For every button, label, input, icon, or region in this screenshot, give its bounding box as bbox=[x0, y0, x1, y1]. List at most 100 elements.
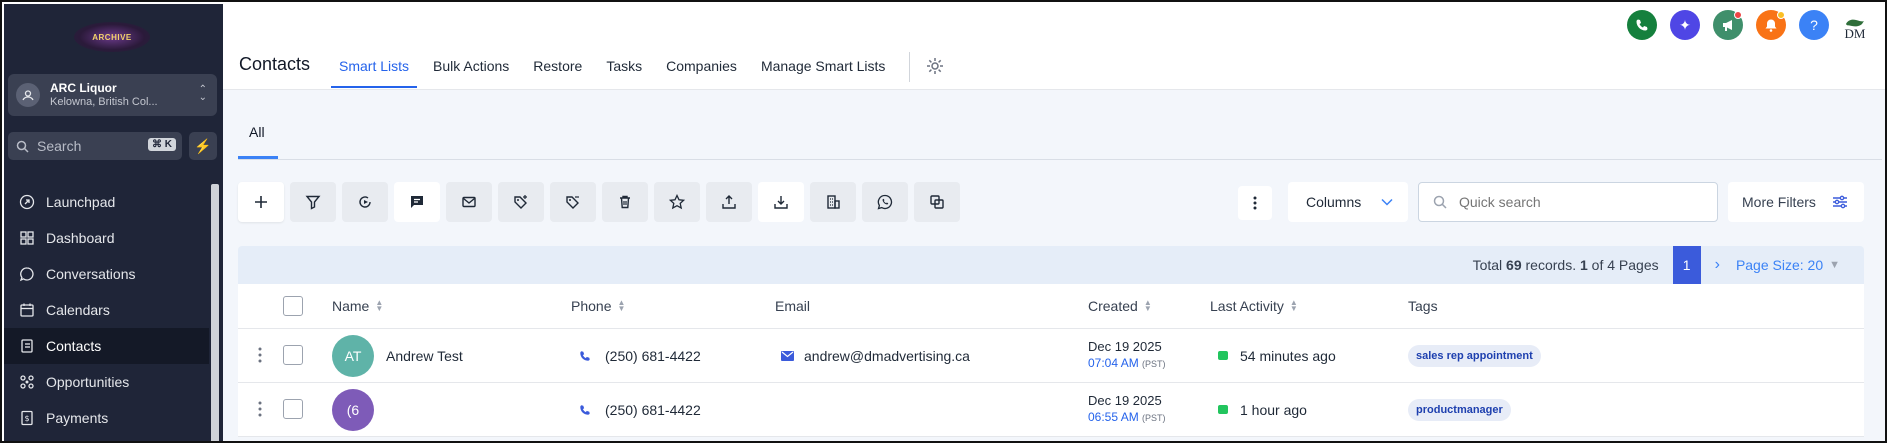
select-all-checkbox[interactable] bbox=[283, 296, 303, 316]
tab-companies[interactable]: Companies bbox=[654, 50, 749, 82]
app-frame: ARCHIVE ARC Liquor Kelowna, British Col.… bbox=[0, 0, 1887, 443]
quick-action-button[interactable]: ⚡ bbox=[189, 132, 217, 160]
avatar[interactable]: AT bbox=[332, 334, 374, 377]
contact-phone[interactable]: (250) 681-4422 bbox=[605, 348, 701, 364]
created-date: Dec 19 2025 bbox=[1088, 339, 1162, 354]
sidebar: ARCHIVE ARC Liquor Kelowna, British Col.… bbox=[4, 4, 223, 441]
tabs-divider bbox=[909, 52, 910, 82]
page-title: Contacts bbox=[239, 54, 311, 74]
table-header: Name ▲ ▼ Phone ▲ ▼ Email Created ▲ ▼ Last Acti… bbox=[238, 284, 1864, 329]
created-date: Dec 19 2025 bbox=[1088, 393, 1162, 408]
sidebar-search[interactable]: Search ⌘ K bbox=[8, 132, 182, 160]
tab-bulk-actions[interactable]: Bulk Actions bbox=[421, 50, 521, 82]
row-menu-icon[interactable] bbox=[258, 347, 262, 363]
header-tabs: Smart Lists Bulk Actions Restore Tasks C… bbox=[327, 50, 898, 88]
sidebar-nav: Launchpad Dashboard Conversations Calend… bbox=[4, 184, 209, 436]
row-checkbox[interactable] bbox=[283, 345, 303, 365]
tab-smart-lists[interactable]: Smart Lists bbox=[327, 50, 421, 88]
next-page-chevron-icon[interactable]: › bbox=[1715, 256, 1720, 274]
phone-icon bbox=[1636, 19, 1648, 31]
announcements-button[interactable] bbox=[1713, 10, 1743, 40]
import-button[interactable] bbox=[758, 182, 804, 222]
total-records: 69 bbox=[1506, 257, 1522, 273]
page-button-1[interactable]: 1 bbox=[1672, 246, 1701, 284]
send-sms-button[interactable] bbox=[394, 182, 440, 222]
quick-search-field[interactable] bbox=[1418, 182, 1718, 222]
page-size-select[interactable]: Page Size: 20 bbox=[1736, 257, 1823, 273]
whatsapp-icon bbox=[877, 194, 893, 210]
contacts-table: Name ▲ ▼ Phone ▲ ▼ Email Created ▲ ▼ Last Acti… bbox=[238, 284, 1864, 437]
sidebar-item-dashboard[interactable]: Dashboard bbox=[4, 220, 209, 256]
header-name[interactable]: Name ▲ ▼ bbox=[332, 298, 383, 314]
sidebar-item-launchpad[interactable]: Launchpad bbox=[4, 184, 209, 220]
sidebar-item-calendars[interactable]: Calendars bbox=[4, 292, 209, 328]
automation-button[interactable] bbox=[342, 182, 388, 222]
remove-tag-button[interactable] bbox=[550, 182, 596, 222]
filter-button[interactable] bbox=[290, 182, 336, 222]
contact-name[interactable]: Andrew Test bbox=[386, 348, 463, 364]
tag-chip[interactable]: productmanager bbox=[1408, 398, 1511, 421]
export-button[interactable] bbox=[706, 182, 752, 222]
sidebar-item-opportunities[interactable]: Opportunities bbox=[4, 364, 209, 400]
avatar[interactable]: (6 bbox=[332, 388, 374, 431]
question-icon: ? bbox=[1810, 17, 1818, 33]
sort-icon: ▲ ▼ bbox=[375, 298, 384, 313]
quick-search-input[interactable] bbox=[1459, 194, 1699, 210]
account-name: ARC Liquor bbox=[50, 81, 117, 95]
table-row[interactable]: AT Andrew Test (250) 681-4422 andrew@dma… bbox=[238, 329, 1864, 383]
brand-avatar[interactable]: DM bbox=[1841, 10, 1869, 40]
more-filters-button[interactable]: More Filters bbox=[1728, 182, 1864, 222]
sidebar-item-contacts[interactable]: Contacts bbox=[4, 328, 209, 364]
sparkle-icon: ✦ bbox=[1679, 16, 1691, 33]
notification-dot bbox=[1777, 11, 1785, 19]
sidebar-scrollbar[interactable] bbox=[211, 184, 219, 441]
settings-gear-button[interactable] bbox=[925, 56, 945, 81]
account-switcher[interactable]: ARC Liquor Kelowna, British Col... ⌃ ⌄ bbox=[8, 74, 217, 116]
row-menu-icon[interactable] bbox=[258, 401, 262, 417]
logo-text: ARCHIVE bbox=[92, 32, 132, 42]
sidebar-item-payments[interactable]: $ Payments bbox=[4, 400, 209, 436]
help-button[interactable]: ? bbox=[1799, 10, 1829, 40]
last-activity: 54 minutes ago bbox=[1240, 347, 1336, 364]
tab-tasks[interactable]: Tasks bbox=[594, 50, 654, 82]
table-row[interactable]: (6 (250) 681-4422 Dec 19 2025 06:55 AM (… bbox=[238, 383, 1864, 437]
smart-list-tab-all[interactable]: All bbox=[249, 124, 265, 140]
header-last-activity[interactable]: Last Activity ▲ ▼ bbox=[1210, 298, 1298, 314]
delete-button[interactable] bbox=[602, 182, 648, 222]
add-to-company-button[interactable] bbox=[810, 182, 856, 222]
review-request-button[interactable] bbox=[654, 182, 700, 222]
header-email-label: Email bbox=[775, 298, 811, 314]
sidebar-item-label: Contacts bbox=[46, 338, 102, 354]
tab-restore[interactable]: Restore bbox=[521, 50, 594, 82]
phone-button[interactable] bbox=[1627, 10, 1657, 40]
add-tag-button[interactable] bbox=[498, 182, 544, 222]
contact-email[interactable]: andrew@dmadvertising.ca bbox=[804, 348, 970, 364]
notifications-button[interactable] bbox=[1756, 10, 1786, 40]
send-email-button[interactable] bbox=[446, 182, 492, 222]
contact-phone[interactable]: (250) 681-4422 bbox=[605, 402, 701, 418]
header-created[interactable]: Created ▲ ▼ bbox=[1088, 298, 1152, 314]
ai-assist-button[interactable]: ✦ bbox=[1670, 10, 1700, 40]
account-location: Kelowna, British Col... bbox=[50, 96, 158, 108]
row-checkbox[interactable] bbox=[283, 399, 303, 419]
more-actions-button[interactable] bbox=[1238, 186, 1272, 220]
tab-manage-smart-lists[interactable]: Manage Smart Lists bbox=[749, 50, 898, 82]
sidebar-item-conversations[interactable]: Conversations bbox=[4, 256, 209, 292]
sidebar-item-label: Launchpad bbox=[46, 194, 116, 210]
header-email[interactable]: Email bbox=[775, 298, 810, 314]
columns-dropdown[interactable]: Columns bbox=[1288, 182, 1408, 222]
tag-chip[interactable]: sales rep appointment bbox=[1408, 344, 1541, 367]
copy-icon bbox=[930, 195, 944, 209]
merge-button[interactable] bbox=[914, 182, 960, 222]
add-contact-button[interactable] bbox=[238, 182, 284, 222]
message-icon bbox=[411, 196, 423, 208]
header-phone[interactable]: Phone ▲ ▼ bbox=[571, 298, 625, 314]
page-count: of 4 Pages bbox=[1591, 257, 1659, 273]
header-created-label: Created bbox=[1088, 298, 1138, 314]
more-filters-label: More Filters bbox=[1742, 194, 1816, 210]
caret-down-icon[interactable]: ▼ bbox=[1829, 259, 1840, 271]
brand-logo[interactable]: ARCHIVE bbox=[74, 22, 150, 52]
whatsapp-button[interactable] bbox=[862, 182, 908, 222]
timezone: (PST) bbox=[1142, 413, 1166, 423]
header-tags: Tags bbox=[1408, 298, 1438, 314]
